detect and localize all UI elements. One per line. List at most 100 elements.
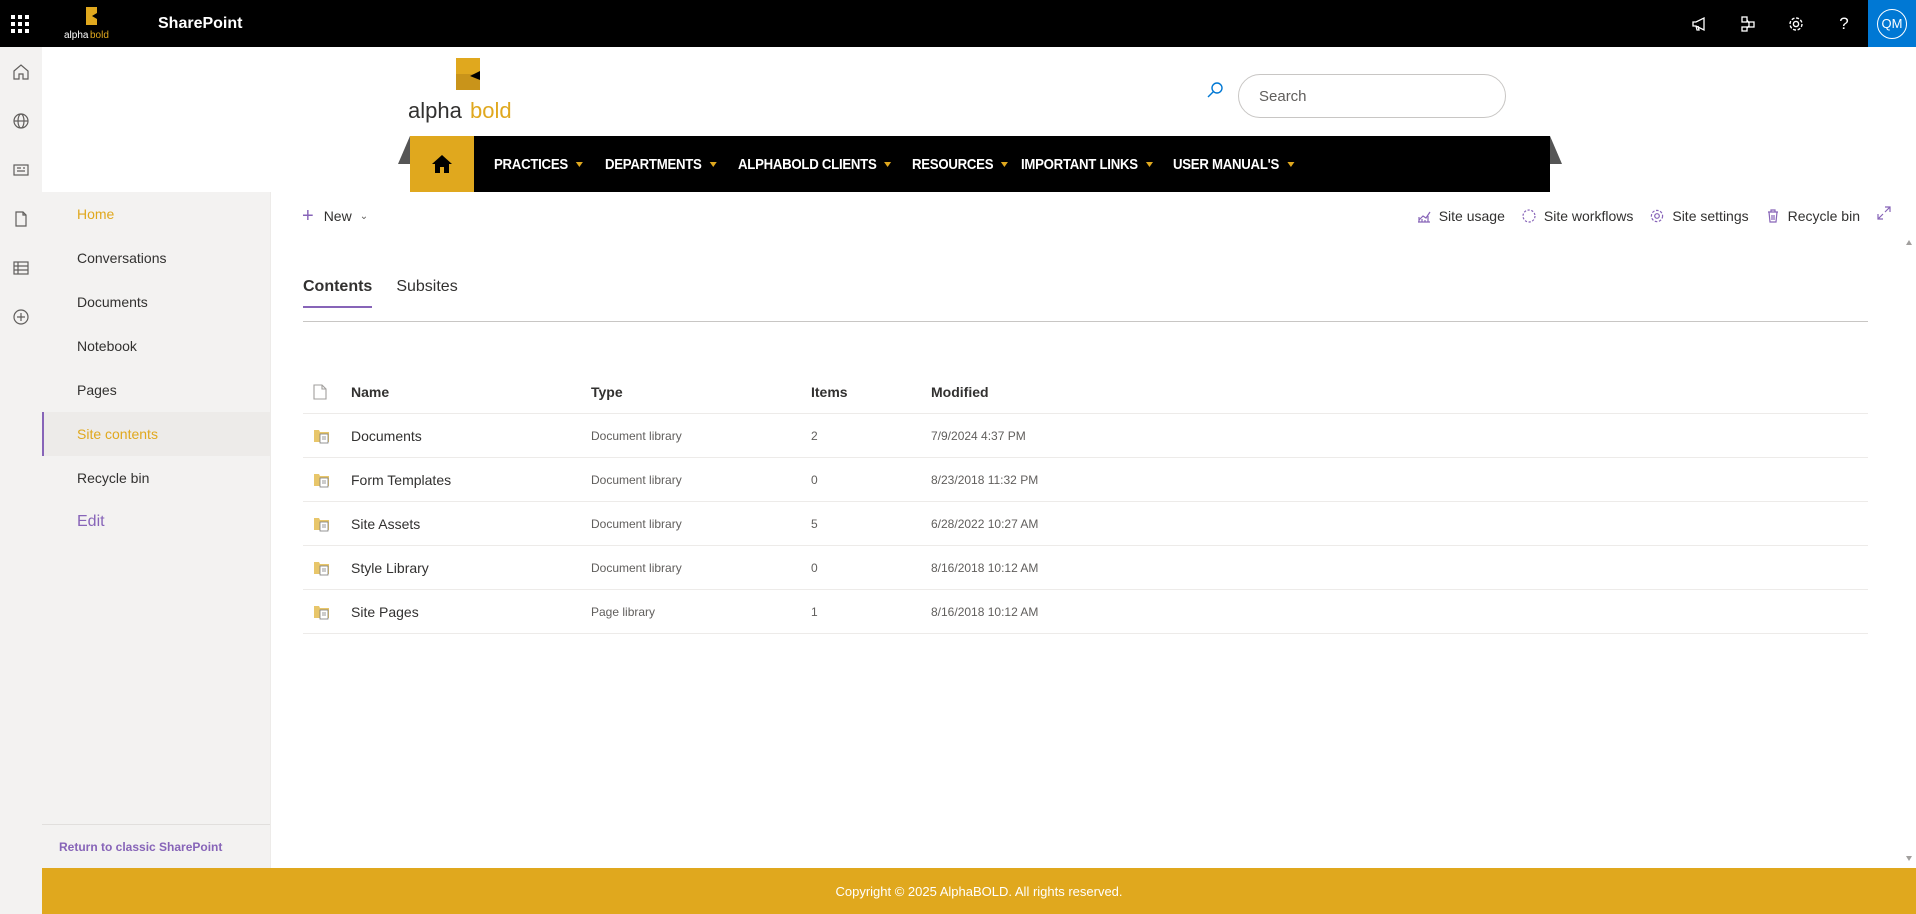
row-modified: 8/16/2018 10:12 AM [931,604,1039,619]
column-header-items[interactable]: Items [811,384,931,400]
site-workflows-label: Site workflows [1543,208,1634,224]
plus-icon: + [302,205,314,227]
leftnav-item-site-contents[interactable]: Site contents [42,412,270,456]
new-button[interactable]: + New ⌄ [302,204,368,228]
row-type: Page library [591,604,656,619]
nav-item-important-links[interactable]: IMPORTANT LINKS [1021,156,1154,173]
nav-item-label: DEPARTMENTS [604,155,702,173]
leftnav-item-recycle-bin[interactable]: Recycle bin [42,456,270,500]
suite-bar: alpha bold SharePoint ? QM [0,0,1916,47]
site-logo[interactable]: alpha bold [408,56,520,126]
leftnav-item-notebook[interactable]: Notebook [42,324,270,368]
nav-item-resources[interactable]: RESOURCES [912,155,1009,173]
leftnav-item-label: Site contents [77,426,158,442]
leftnav-item-label: Conversations [77,250,167,266]
scroll-down-arrow[interactable] [1906,856,1912,861]
nav-item-label: PRACTICES [494,155,568,173]
site-usage-label: Site usage [1438,208,1505,224]
app-name[interactable]: SharePoint [158,15,242,33]
pivot-divider [303,321,1868,322]
column-header-name[interactable]: Name [351,384,591,400]
row-name[interactable]: Style Library [351,560,591,576]
table-row[interactable]: Style Library Document library 0 8/16/20… [303,546,1868,590]
row-items: 2 [811,428,818,443]
row-modified: 6/28/2022 10:27 AM [931,516,1039,531]
chevron-down-icon: ⌄ [359,210,369,222]
site-workflows-button[interactable]: Site workflows [1521,208,1633,224]
site-logo-bold: bold [470,98,512,123]
leftnav-item-conversations[interactable]: Conversations [42,236,270,280]
leftnav-item-pages[interactable]: Pages [42,368,270,412]
site-contents-table: Name Type Items Modified Documents Docum… [303,370,1868,634]
caret-down-icon [1146,161,1154,167]
site-logo-alpha: alpha [408,98,462,123]
copyright-text: Copyright © 2025 AlphaBOLD. All rights r… [835,883,1123,899]
suite-logo-bold: bold [90,29,109,41]
nav-item-alphabold-clients[interactable]: ALPHABOLD CLIENTS [738,156,892,173]
return-to-classic-link[interactable]: Return to classic SharePoint [42,824,270,868]
nav-home-button[interactable] [410,136,474,192]
search-icon[interactable] [1205,80,1225,100]
column-header-modified[interactable]: Modified [931,384,1231,400]
settings-gear-icon[interactable] [1772,0,1820,47]
tab-contents[interactable]: Contents [303,278,373,308]
library-icon [303,560,351,576]
column-header-type[interactable]: Type [591,384,811,400]
leftnav-item-documents[interactable]: Documents [42,280,270,324]
home-icon [432,155,452,173]
app-launcher-icon[interactable] [0,0,40,47]
row-name[interactable]: Site Assets [351,516,591,532]
row-name[interactable]: Documents [351,428,591,444]
table-row[interactable]: Documents Document library 2 7/9/2024 4:… [303,414,1868,458]
list-icon[interactable] [0,243,42,292]
library-icon [303,604,351,620]
row-items: 1 [811,604,818,619]
row-type: Document library [591,472,682,487]
alphabold-logo[interactable]: alpha bold [62,4,122,44]
file-icon[interactable] [0,194,42,243]
site-settings-button[interactable]: Site settings [1649,208,1749,224]
mega-menu: PRACTICES DEPARTMENTS ALPHABOLD CLIENTS … [398,136,1562,192]
expand-icon[interactable] [1876,205,1892,226]
site-usage-button[interactable]: Site usage [1416,208,1505,224]
leftnav-edit-link[interactable]: Edit [42,500,270,544]
megaphone-icon[interactable] [1676,0,1724,47]
row-type: Document library [591,428,682,443]
edit-label: Edit [77,513,105,530]
table-row[interactable]: Site Assets Document library 5 6/28/2022… [303,502,1868,546]
row-modified: 7/9/2024 4:37 PM [931,428,1026,443]
chart-icon [1417,211,1431,223]
row-type: Document library [591,560,682,575]
gear-icon [1651,209,1664,223]
tab-subsites[interactable]: Subsites [396,278,457,308]
nav-item-departments[interactable]: DEPARTMENTS [605,156,717,173]
share-network-icon[interactable] [1724,0,1772,47]
scroll-up-arrow[interactable] [1906,240,1912,245]
nav-item-user-manuals[interactable]: USER MANUAL'S [1173,156,1295,173]
library-icon [303,516,351,532]
row-name[interactable]: Site Pages [351,604,591,620]
search-input[interactable] [1238,74,1506,118]
home-icon[interactable] [0,47,42,96]
leftnav-item-label: Pages [77,382,117,398]
avatar: QM [1877,8,1907,39]
recycle-bin-label: Recycle bin [1787,208,1860,224]
table-row[interactable]: Site Pages Page library 1 8/16/2018 10:1… [303,590,1868,634]
table-row[interactable]: Form Templates Document library 0 8/23/2… [303,458,1868,502]
user-avatar-button[interactable]: QM [1868,0,1916,47]
add-circle-icon[interactable] [0,292,42,341]
news-icon[interactable] [0,145,42,194]
globe-icon[interactable] [0,96,42,145]
help-icon[interactable]: ? [1820,0,1868,47]
leftnav-item-home[interactable]: Home [42,192,270,236]
nav-ribbon-right [1550,136,1562,164]
app-bar [0,47,42,914]
file-type-header-icon[interactable] [303,383,351,400]
command-bar-right: Site usage Site workflows Site settings … [1400,204,1860,228]
row-name[interactable]: Form Templates [351,472,591,488]
nav-item-practices[interactable]: PRACTICES [494,156,583,173]
caret-down-icon [709,161,717,167]
library-icon [303,428,351,444]
nav-item-label: RESOURCES [912,155,994,173]
recycle-bin-button[interactable]: Recycle bin [1765,208,1860,224]
